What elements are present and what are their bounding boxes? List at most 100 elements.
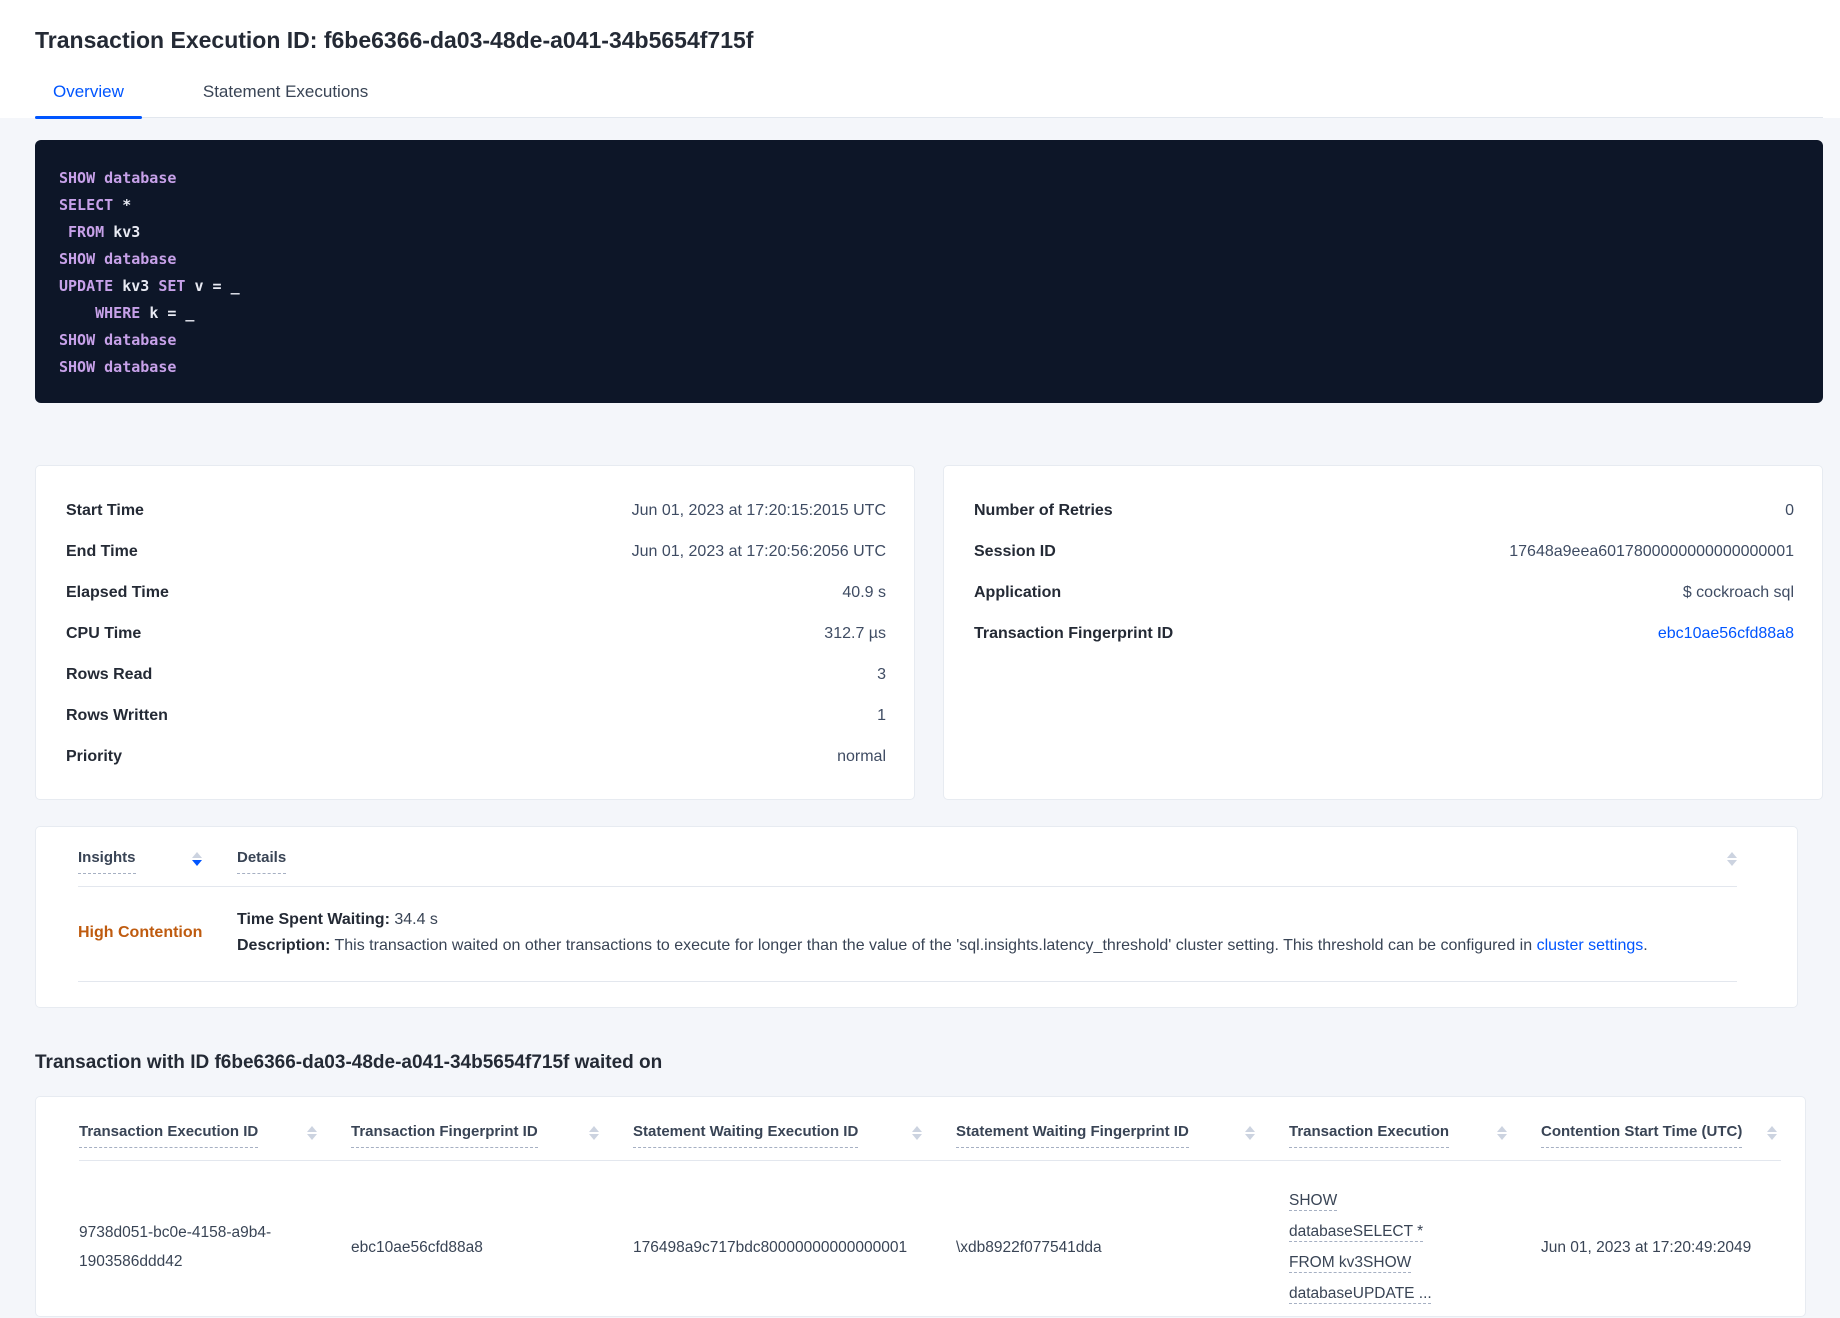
insights-card: Insights Details High Contention Time Sp… [35, 826, 1798, 1008]
waited-on-table-card: Transaction Execution ID Transaction Fing… [35, 1096, 1806, 1317]
detail-value: Jun 01, 2023 at 17:20:56:2056 UTC [631, 542, 886, 560]
column-header: Statement Waiting Execution ID [633, 1123, 956, 1148]
transaction-execution-page: Transaction Execution ID: f6be6366-da03-… [0, 0, 1840, 1318]
detail-row: Rows Written 1 [66, 695, 886, 736]
cell-transaction-execution: SHOW databaseSELECT * FROM kv3SHOW datab… [1289, 1185, 1541, 1309]
cell-contention-start-time: Jun 01, 2023 at 17:20:49:2049 [1541, 1238, 1752, 1256]
detail-label: Number of Retries [974, 501, 1113, 519]
detail-value: 3 [877, 665, 886, 683]
sort-down-icon [912, 1134, 922, 1140]
column-header-label[interactable]: Transaction Execution [1289, 1123, 1450, 1148]
sort-up-icon [912, 1126, 922, 1132]
column-header-label[interactable]: Statement Waiting Execution ID [633, 1123, 859, 1148]
tab-statement-executions[interactable]: Statement Executions [185, 82, 386, 117]
detail-row: Rows Read 3 [66, 654, 886, 695]
transaction-fingerprint-link[interactable]: ebc10ae56cfd88a8 [1658, 625, 1794, 643]
detail-value: normal [837, 747, 886, 765]
time-waiting-value: 34.4 s [394, 911, 438, 928]
sql-line: SHOW database [59, 331, 177, 349]
page-title: Transaction Execution ID: f6be6366-da03-… [35, 27, 754, 53]
sort-icon[interactable] [1767, 1126, 1777, 1140]
detail-label: CPU Time [66, 624, 142, 642]
sql-line: FROM kv3 [59, 223, 141, 241]
detail-value: Jun 01, 2023 at 17:20:15:2015 UTC [631, 501, 886, 519]
transaction-execution-link[interactable]: SHOW databaseSELECT * FROM kv3SHOW datab… [1289, 1185, 1461, 1309]
waited-on-heading: Transaction with ID f6be6366-da03-48de-a… [35, 1052, 663, 1073]
sort-up-icon [1245, 1126, 1255, 1132]
sort-up-icon [191, 852, 202, 858]
sort-up-icon [1497, 1126, 1507, 1132]
detail-row: Elapsed Time 40.9 s [66, 572, 886, 613]
insights-column-label[interactable]: Insights [78, 849, 136, 874]
detail-row: CPU Time 312.7 µs [66, 613, 886, 654]
insight-description: Description: This transaction waited on … [237, 933, 1737, 959]
column-header: Contention Start Time (UTC) [1541, 1123, 1781, 1148]
sql-line: UPDATE kv3 SET v = _ [59, 277, 240, 295]
detail-label: End Time [66, 542, 138, 560]
insight-badge: High Contention [78, 924, 203, 941]
time-waiting-label: Time Spent Waiting: [237, 911, 390, 928]
column-header-label[interactable]: Transaction Execution ID [79, 1123, 259, 1148]
tab-bar: Overview Statement Executions [35, 82, 1823, 119]
detail-value: 17648a9eea6017800000000000000001 [1509, 542, 1794, 560]
sort-down-icon [1767, 1134, 1777, 1140]
sort-up-icon [1727, 852, 1737, 858]
detail-row: Transaction Fingerprint ID ebc10ae56cfd88… [974, 613, 1794, 654]
tab-overview[interactable]: Overview [35, 82, 142, 119]
sort-down-icon [1245, 1134, 1255, 1140]
insight-time-waiting: Time Spent Waiting: 34.4 s [237, 907, 1737, 933]
detail-label: Application [974, 583, 1062, 601]
detail-label: Transaction Fingerprint ID [974, 624, 1174, 642]
sql-line: SELECT * [59, 196, 132, 214]
sort-icon[interactable] [589, 1126, 599, 1140]
detail-row: Priority normal [66, 736, 886, 777]
sort-down-icon [191, 860, 202, 866]
sort-up-icon [1767, 1126, 1777, 1132]
detail-value: $ cockroach sql [1682, 583, 1794, 601]
sort-icon[interactable] [1727, 852, 1737, 866]
detail-value: 1 [877, 706, 886, 724]
waited-on-table-header: Transaction Execution ID Transaction Fing… [79, 1123, 1781, 1161]
insight-details: Time Spent Waiting: 34.4 s Description: … [237, 907, 1737, 959]
tab-statement-executions-label: Statement Executions [202, 82, 369, 101]
column-header-label[interactable]: Statement Waiting Fingerprint ID [956, 1123, 1189, 1148]
execution-timing-card: Start Time Jun 01, 2023 at 17:20:15:2015 … [35, 465, 915, 800]
sort-icon[interactable] [912, 1126, 922, 1140]
description-text: This transaction waited on other transac… [334, 937, 1537, 954]
cell-transaction-fingerprint-id: ebc10ae56cfd88a8 [351, 1238, 483, 1256]
sql-line: SHOW database [59, 358, 177, 376]
description-period: . [1643, 937, 1648, 954]
sql-line: WHERE k = _ [59, 304, 195, 322]
column-header: Transaction Execution ID [79, 1123, 351, 1148]
sort-down-icon [1497, 1134, 1507, 1140]
details-column-label[interactable]: Details [237, 849, 287, 874]
sort-down-icon [1727, 860, 1737, 866]
sql-line: SHOW database [59, 250, 177, 268]
insights-header-row: Insights Details [78, 849, 1737, 874]
column-header: Transaction Fingerprint ID [351, 1123, 633, 1148]
cluster-settings-link[interactable]: cluster settings [1537, 937, 1644, 954]
cell-statement-waiting-execution-id: 176498a9c717bdc80000000000000001 [633, 1238, 908, 1256]
tab-overview-label: Overview [53, 82, 124, 101]
detail-value: 312.7 µs [824, 624, 886, 642]
detail-row: Number of Retries 0 [974, 490, 1794, 531]
sort-icon[interactable] [191, 852, 202, 866]
sort-icon[interactable] [1245, 1126, 1255, 1140]
sql-statements-box: SHOW database SELECT * FROM kv3 SHOW datab… [35, 140, 1823, 403]
column-header-label[interactable]: Transaction Fingerprint ID [351, 1123, 538, 1148]
summary-cards-row: Start Time Jun 01, 2023 at 17:20:15:2015 … [35, 465, 1823, 800]
details-column-header: Details [237, 849, 1727, 874]
column-header-label[interactable]: Contention Start Time (UTC) [1541, 1123, 1743, 1148]
session-details-card: Number of Retries 0 Session ID 17648a9eea60… [943, 465, 1823, 800]
column-header: Statement Waiting Fingerprint ID [956, 1123, 1289, 1148]
insights-column-header: Insights [78, 849, 237, 874]
detail-label: Rows Read [66, 665, 153, 683]
sort-icon[interactable] [1497, 1126, 1507, 1140]
detail-label: Priority [66, 747, 123, 765]
detail-label: Rows Written [66, 706, 168, 724]
detail-row: Session ID 17648a9eea60178000000000000000… [974, 531, 1794, 572]
insight-row: High Contention Time Spent Waiting: 34.4… [78, 887, 1737, 982]
detail-label: Elapsed Time [66, 583, 169, 601]
cell-transaction-execution-id: 9738d051-bc0e-4158-a9b4-1903586ddd42 [79, 1224, 272, 1270]
sort-icon[interactable] [307, 1126, 317, 1140]
